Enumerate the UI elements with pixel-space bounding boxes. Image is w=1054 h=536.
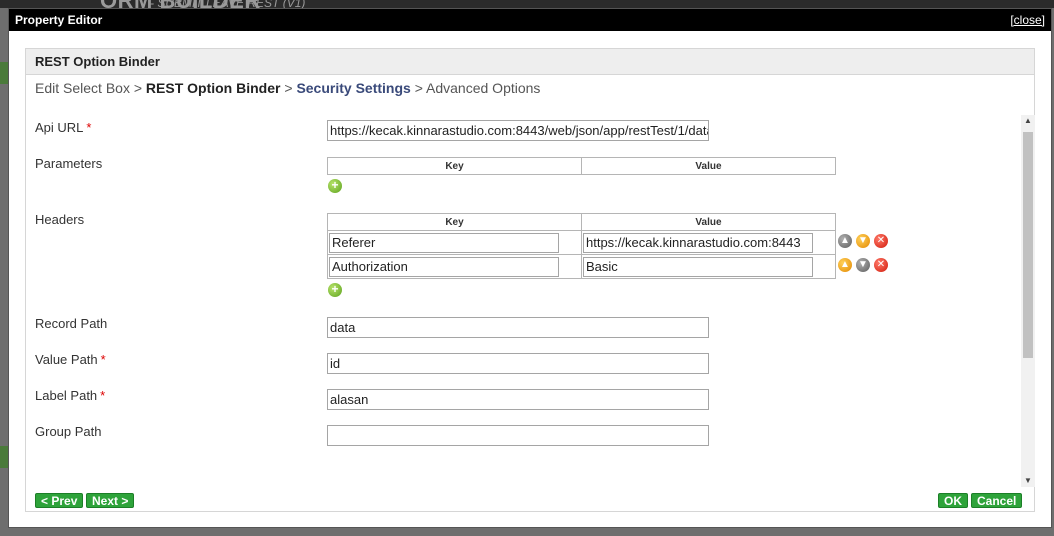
headers-table: Key Value Referer https://kecak.kinnaras… xyxy=(327,213,836,279)
scroll-up-icon[interactable]: ▲ xyxy=(1021,115,1035,127)
breadcrumb-step-advanced-options[interactable]: Advanced Options xyxy=(426,80,540,96)
label-path-label: Label Path * xyxy=(35,388,106,403)
breadcrumb: Edit Select Box > REST Option Binder > S… xyxy=(26,75,1034,99)
dialog-footer: < Prev Next > OK Cancel xyxy=(26,487,1034,511)
ok-button[interactable]: OK xyxy=(938,493,968,508)
background-fragment xyxy=(0,446,8,468)
arrow-down-icon[interactable]: ▼ xyxy=(856,258,870,272)
table-row: Authorization Basic xyxy=(327,254,836,279)
panel-title: REST Option Binder xyxy=(26,49,1034,75)
record-path-label: Record Path xyxy=(35,316,108,331)
parameters-value-header: Value xyxy=(581,157,836,175)
header-value-input[interactable]: https://kecak.kinnarastudio.com:8443 xyxy=(583,232,813,253)
rest-option-binder-panel: REST Option Binder Edit Select Box > RES… xyxy=(25,48,1035,512)
api-url-input[interactable]: https://kecak.kinnarastudio.com:8443/web… xyxy=(327,120,709,141)
header-row-actions: ▲ ▼ ✕ xyxy=(838,234,888,248)
next-button[interactable]: Next > xyxy=(86,493,135,508)
breadcrumb-step-rest-option-binder: REST Option Binder xyxy=(145,80,281,96)
scrollbar-thumb[interactable] xyxy=(1023,132,1033,358)
group-path-input[interactable] xyxy=(327,425,709,446)
value-path-input[interactable]: id xyxy=(327,353,709,374)
parameters-key-header: Key xyxy=(327,157,582,175)
arrow-down-icon[interactable]: ▼ xyxy=(856,234,870,248)
scrollbar[interactable]: ▲ ▼ xyxy=(1021,115,1035,487)
parameters-table: Key Value xyxy=(327,157,836,175)
header-key-input[interactable]: Authorization xyxy=(329,256,559,277)
add-header-button[interactable]: + xyxy=(328,283,342,297)
headers-label: Headers xyxy=(35,212,85,227)
delete-icon[interactable]: ✕ xyxy=(874,234,888,248)
dialog-titlebar: Property Editor [close] xyxy=(9,9,1051,31)
breadcrumb-separator: > xyxy=(133,80,143,96)
value-path-label: Value Path * xyxy=(35,352,106,367)
record-path-input[interactable]: data xyxy=(327,317,709,338)
header-row-actions: ▲ ▼ ✕ xyxy=(838,258,888,272)
arrow-up-icon[interactable]: ▲ xyxy=(838,234,852,248)
group-path-label: Group Path xyxy=(35,424,102,439)
header-value-input[interactable]: Basic xyxy=(583,256,813,277)
breadcrumb-step-edit-select-box[interactable]: Edit Select Box xyxy=(35,80,130,96)
dialog-title: Property Editor xyxy=(15,13,103,27)
headers-value-header: Value xyxy=(581,213,836,231)
header-key-input[interactable]: Referer xyxy=(329,232,559,253)
label-path-input[interactable]: alasan xyxy=(327,389,709,410)
breadcrumb-separator: > xyxy=(284,80,293,96)
api-url-label: Api URL * xyxy=(35,120,92,135)
cancel-button[interactable]: Cancel xyxy=(971,493,1023,508)
delete-icon[interactable]: ✕ xyxy=(874,258,888,272)
breadcrumb-step-security-settings[interactable]: Security Settings xyxy=(296,80,410,96)
parameters-label: Parameters xyxy=(35,156,103,171)
arrow-up-icon[interactable]: ▲ xyxy=(838,258,852,272)
property-editor-dialog: Property Editor [close] REST Option Bind… xyxy=(8,8,1052,528)
add-parameter-button[interactable]: + xyxy=(328,179,342,193)
scroll-down-icon[interactable]: ▼ xyxy=(1021,475,1035,487)
table-row: Referer https://kecak.kinnarastudio.com:… xyxy=(327,230,836,255)
form-area: Api URL * https://kecak.kinnarastudio.com… xyxy=(26,115,1022,487)
breadcrumb-separator: > xyxy=(414,80,423,96)
prev-button[interactable]: < Prev xyxy=(35,493,84,508)
close-link[interactable]: [close] xyxy=(1010,13,1045,27)
background-fragment xyxy=(0,62,8,84)
headers-key-header: Key xyxy=(327,213,582,231)
